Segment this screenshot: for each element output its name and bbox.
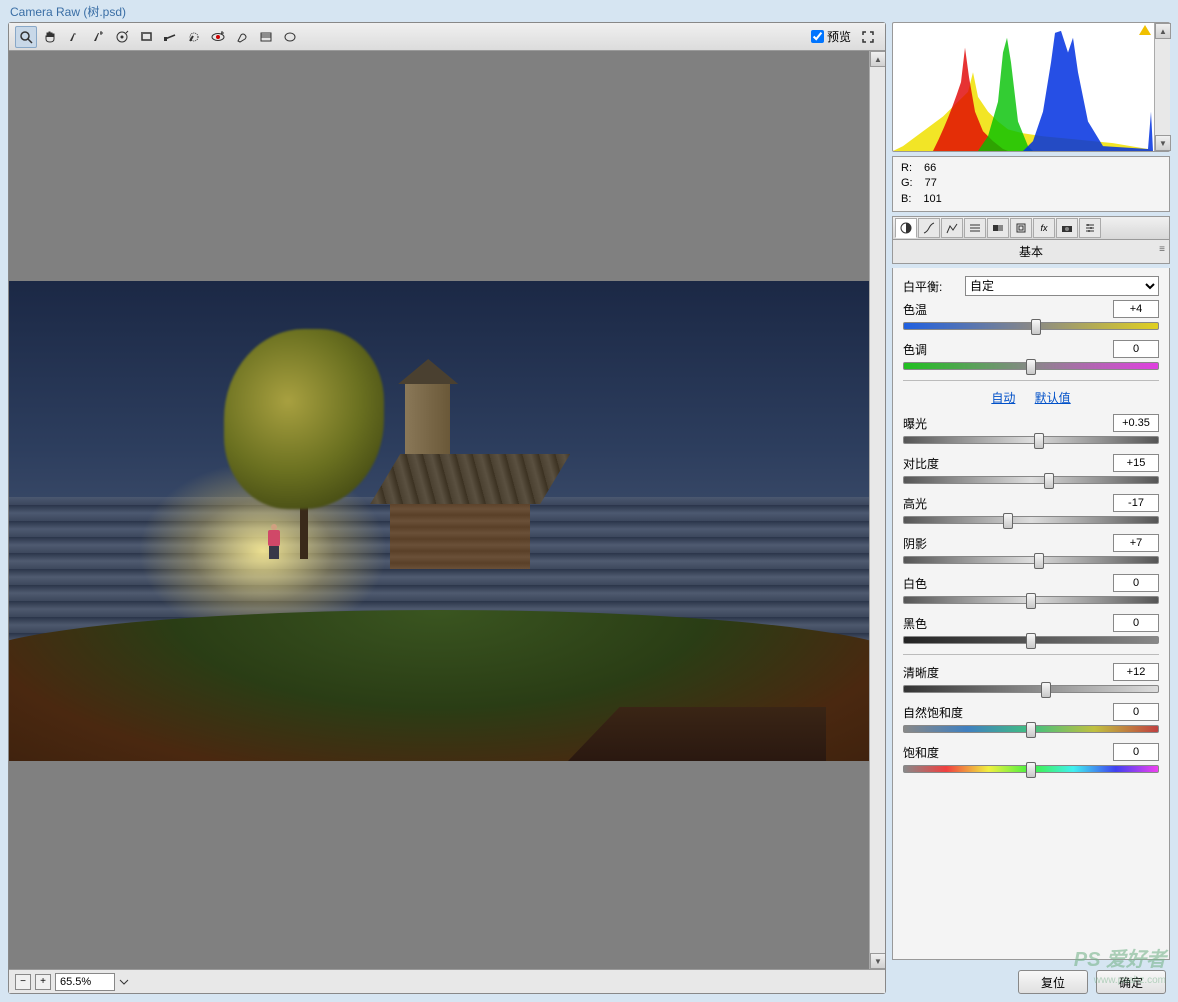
clarity-slider[interactable] <box>903 685 1159 693</box>
color-sampler-tool[interactable] <box>87 26 109 48</box>
tab-fx[interactable]: fx <box>1033 218 1055 238</box>
whites-slider[interactable] <box>903 596 1159 604</box>
zoom-level-input[interactable] <box>55 973 115 991</box>
rgb-readout: R: 66 G: 77 B: 101 <box>892 156 1170 212</box>
shadows-slider[interactable] <box>903 556 1159 564</box>
targeted-adjustment-tool[interactable] <box>111 26 133 48</box>
panel-menu-icon[interactable]: ≡ <box>1159 244 1165 255</box>
clarity-value[interactable] <box>1113 663 1159 681</box>
scroll-down-icon[interactable]: ▼ <box>1155 135 1171 151</box>
preview-checkbox-label[interactable]: 预览 <box>811 28 851 45</box>
preview-checkbox[interactable] <box>811 30 824 43</box>
dialog-buttons: 复位 确定 <box>892 964 1170 994</box>
tab-camera[interactable] <box>1056 218 1078 238</box>
white-balance-label: 白平衡: <box>903 278 959 295</box>
straighten-tool[interactable] <box>159 26 181 48</box>
adjustments-pane: ▲ ▼ R: 66 G: 77 B: 101 fx <box>892 22 1170 994</box>
vibrance-slider[interactable] <box>903 725 1159 733</box>
white-balance-tool[interactable] <box>63 26 85 48</box>
panel-title: 基本 ≡ <box>892 240 1170 264</box>
tab-detail[interactable] <box>941 218 963 238</box>
g-value: 77 <box>925 176 937 191</box>
zoom-dropdown-icon[interactable] <box>119 977 129 987</box>
zoom-in-button[interactable]: + <box>35 974 51 990</box>
scroll-down-icon[interactable]: ▼ <box>870 953 885 969</box>
saturation-label: 饱和度 <box>903 744 959 761</box>
clipping-warning-icon[interactable] <box>1139 25 1151 35</box>
scroll-up-icon[interactable]: ▲ <box>1155 23 1171 39</box>
vibrance-label: 自然饱和度 <box>903 704 973 721</box>
camera-raw-window: Camera Raw (树.psd) 预览 <box>0 0 1178 1002</box>
exposure-label: 曝光 <box>903 415 959 432</box>
g-label: G: <box>901 176 913 191</box>
tab-curve[interactable] <box>918 218 940 238</box>
content-area: 预览 <box>0 22 1178 1002</box>
highlights-slider[interactable] <box>903 516 1159 524</box>
image-canvas <box>9 281 869 761</box>
r-label: R: <box>901 161 912 176</box>
white-balance-select[interactable]: 自定 <box>965 276 1159 296</box>
b-label: B: <box>901 192 911 207</box>
tab-split-tone[interactable] <box>987 218 1009 238</box>
contrast-slider[interactable] <box>903 476 1159 484</box>
r-value: 66 <box>924 161 936 176</box>
auto-link[interactable]: 自动 <box>991 391 1015 405</box>
temperature-label: 色温 <box>903 301 959 318</box>
contrast-value[interactable] <box>1113 454 1159 472</box>
spot-removal-tool[interactable] <box>183 26 205 48</box>
clarity-label: 清晰度 <box>903 664 959 681</box>
shadows-label: 阴影 <box>903 535 959 552</box>
graduated-filter-tool[interactable] <box>255 26 277 48</box>
zoom-tool[interactable] <box>15 26 37 48</box>
ok-button[interactable]: 确定 <box>1096 970 1166 994</box>
tab-lens[interactable] <box>1010 218 1032 238</box>
temperature-slider[interactable] <box>903 322 1159 330</box>
hand-tool[interactable] <box>39 26 61 48</box>
reset-button[interactable]: 复位 <box>1018 970 1088 994</box>
default-link[interactable]: 默认值 <box>1035 391 1071 405</box>
histogram-scrollbar[interactable]: ▲ ▼ <box>1154 23 1170 151</box>
red-eye-tool[interactable] <box>207 26 229 48</box>
blacks-label: 黑色 <box>903 615 959 632</box>
contrast-label: 对比度 <box>903 455 959 472</box>
shadows-value[interactable] <box>1113 534 1159 552</box>
status-bar: − + <box>9 969 885 993</box>
scroll-up-icon[interactable]: ▲ <box>870 51 885 67</box>
preview-label-text: 预览 <box>827 28 851 45</box>
basic-panel: 白平衡: 自定 色温 色调 自动 默认值 <box>892 268 1170 960</box>
blacks-value[interactable] <box>1113 614 1159 632</box>
fullscreen-toggle[interactable] <box>857 26 879 48</box>
saturation-slider[interactable] <box>903 765 1159 773</box>
exposure-slider[interactable] <box>903 436 1159 444</box>
window-title: Camera Raw (树.psd) <box>0 0 1178 22</box>
zoom-out-button[interactable]: − <box>15 974 31 990</box>
b-value: 101 <box>923 192 941 207</box>
preview-pane: 预览 <box>8 22 886 994</box>
temperature-value[interactable] <box>1113 300 1159 318</box>
tab-basic[interactable] <box>895 218 917 238</box>
highlights-label: 高光 <box>903 495 959 512</box>
tint-label: 色调 <box>903 341 959 358</box>
blacks-slider[interactable] <box>903 636 1159 644</box>
highlights-value[interactable] <box>1113 494 1159 512</box>
tint-value[interactable] <box>1113 340 1159 358</box>
image-preview-area[interactable]: ▲ ▼ <box>9 51 885 969</box>
toolbar: 预览 <box>9 23 885 51</box>
whites-label: 白色 <box>903 575 959 592</box>
saturation-value[interactable] <box>1113 743 1159 761</box>
adjustment-brush-tool[interactable] <box>231 26 253 48</box>
vibrance-value[interactable] <box>1113 703 1159 721</box>
whites-value[interactable] <box>1113 574 1159 592</box>
histogram: ▲ ▼ <box>892 22 1170 152</box>
tab-hsl[interactable] <box>964 218 986 238</box>
crop-tool[interactable] <box>135 26 157 48</box>
tab-presets[interactable] <box>1079 218 1101 238</box>
preview-scrollbar[interactable]: ▲ ▼ <box>869 51 885 969</box>
panel-tabs: fx <box>892 216 1170 240</box>
radial-filter-tool[interactable] <box>279 26 301 48</box>
exposure-value[interactable] <box>1113 414 1159 432</box>
tint-slider[interactable] <box>903 362 1159 370</box>
